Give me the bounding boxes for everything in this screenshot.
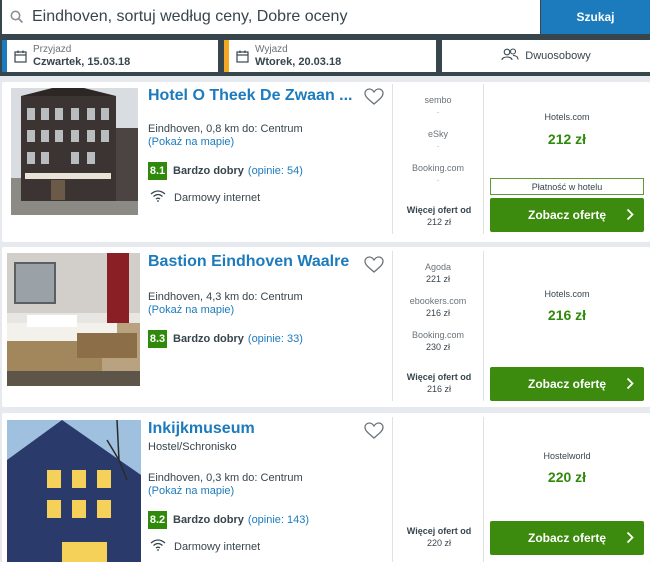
guests-icon [501, 48, 519, 64]
deal-item[interactable]: Booking.com - [393, 162, 483, 186]
hotel-photo[interactable] [7, 420, 141, 562]
heart-icon[interactable] [364, 422, 384, 442]
rating-score: 8.3 [148, 330, 167, 348]
reviews-link[interactable]: (opinie: 33) [248, 333, 303, 345]
reviews-link[interactable]: (opinie: 143) [248, 514, 309, 526]
show-on-map-link[interactable]: (Pokaż na mapie) [148, 485, 234, 497]
checkin-field[interactable]: Przyjazd Czwartek, 15.03.18 [2, 40, 218, 72]
hotel-location: Eindhoven, 0,8 km do: Centrum [148, 123, 303, 135]
more-offers-label: Więcej ofert od [406, 205, 472, 215]
best-provider: Hotels.com [544, 289, 590, 299]
deal-item[interactable]: Agoda 221 zł [393, 261, 483, 285]
more-offers-label: Więcej ofert od [406, 372, 472, 382]
hotel-type: Hostel/Schronisko [148, 441, 237, 453]
wifi-icon [150, 539, 166, 554]
room-selector[interactable]: Dwuosobowy [442, 40, 650, 72]
hotel-card: Inkijkmuseum Hostel/Schronisko Eindhoven… [2, 413, 650, 562]
deal-price: - [436, 141, 440, 151]
rating-word: Bardzo dobry [173, 514, 244, 526]
checkout-value: Wtorek, 20.03.18 [255, 55, 342, 68]
view-deal-button[interactable]: Zobacz ofertę [490, 521, 644, 555]
heart-icon[interactable] [364, 88, 384, 108]
best-provider: Hotels.com [544, 112, 590, 122]
show-on-map-link[interactable]: (Pokaż na mapie) [148, 304, 234, 316]
rating-score: 8.1 [148, 162, 167, 180]
deal-provider: eSky [427, 129, 448, 139]
deal-item[interactable]: eSky - [393, 128, 483, 152]
calendar-icon [7, 50, 33, 63]
deal-provider: Agoda [424, 262, 452, 272]
amenity: Darmowy internet [150, 539, 260, 554]
deal-provider: sembo [424, 95, 452, 105]
rating: 8.1 Bardzo dobry (opinie: 54) [148, 162, 303, 180]
deal-provider: Booking.com [411, 163, 465, 173]
show-on-map-link[interactable]: (Pokaż na mapie) [148, 136, 234, 148]
more-offers-link[interactable]: Więcej ofert od 216 zł [393, 371, 485, 395]
room-label: Dwuosobowy [525, 50, 591, 62]
deal-provider: ebookers.com [409, 296, 467, 306]
deal-item[interactable]: sembo - [393, 94, 483, 118]
search-box[interactable] [2, 0, 540, 34]
more-offers-link[interactable]: Więcej ofert od 212 zł [393, 204, 485, 228]
more-offers-price: 220 zł [426, 538, 452, 548]
chevron-right-icon [626, 377, 634, 393]
best-price[interactable]: 212 zł [488, 131, 646, 147]
reviews-link[interactable]: (opinie: 54) [248, 165, 303, 177]
search-header: Szukaj Przyjazd Czwartek, 15.03.18 Wyjaz… [0, 0, 650, 76]
amenity: Darmowy internet [150, 190, 260, 205]
rating: 8.2 Bardzo dobry (opinie: 143) [148, 511, 309, 529]
rating-score: 8.2 [148, 511, 167, 529]
amenity-label: Darmowy internet [174, 540, 261, 553]
deals-column: Agoda 221 zł ebookers.com 216 zł Booking… [392, 251, 484, 401]
hotel-card: Hotel O Theek De Zwaan ... Eindhoven, 0,… [2, 82, 650, 242]
deal-price: - [436, 107, 440, 117]
more-offers-price: 212 zł [426, 217, 452, 227]
deals-column: Więcej ofert od 220 zł [392, 417, 484, 562]
chevron-right-icon [626, 208, 634, 224]
view-deal-label: Zobacz ofertę [527, 208, 606, 222]
pay-at-hotel-badge: Płatność w hotelu [490, 178, 644, 195]
view-deal-button[interactable]: Zobacz ofertę [490, 367, 644, 401]
deals-column: sembo - eSky - Booking.com - Więcej ofer… [392, 84, 484, 234]
more-offers-link[interactable]: Więcej ofert od 220 zł [393, 525, 485, 549]
amenity-label: Darmowy internet [174, 191, 261, 204]
checkout-label: Wyjazd [255, 43, 288, 55]
chevron-right-icon [626, 531, 634, 547]
hotel-photo[interactable] [7, 253, 140, 386]
hotel-name[interactable]: Bastion Eindhoven Waalre [148, 253, 360, 271]
checkin-value: Czwartek, 15.03.18 [33, 55, 131, 68]
calendar-icon [229, 50, 255, 63]
hotel-name[interactable]: Hotel O Theek De Zwaan ... [148, 87, 360, 105]
hotel-location: Eindhoven, 0,3 km do: Centrum [148, 472, 303, 484]
rating: 8.3 Bardzo dobry (opinie: 33) [148, 330, 303, 348]
more-offers-label: Więcej ofert od [406, 526, 472, 536]
view-deal-label: Zobacz ofertę [527, 531, 606, 545]
deal-provider: Booking.com [411, 330, 465, 340]
deal-price: 221 zł [425, 274, 451, 284]
hotel-location: Eindhoven, 4,3 km do: Centrum [148, 291, 303, 303]
deal-item[interactable]: ebookers.com 216 zł [393, 295, 483, 319]
view-deal-button[interactable]: Zobacz ofertę [490, 198, 644, 232]
hotel-card: Bastion Eindhoven Waalre Eindhoven, 4,3 … [2, 247, 650, 407]
hotel-name[interactable]: Inkijkmuseum [148, 420, 360, 438]
best-price[interactable]: 220 zł [488, 469, 646, 485]
hotel-photo[interactable] [11, 88, 138, 215]
deal-item[interactable]: Booking.com 230 zł [393, 329, 483, 353]
best-price[interactable]: 216 zł [488, 307, 646, 323]
more-offers-price: 216 zł [426, 384, 452, 394]
rating-word: Bardzo dobry [173, 165, 244, 177]
best-provider: Hostelworld [543, 451, 591, 461]
view-deal-label: Zobacz ofertę [527, 377, 606, 391]
rating-word: Bardzo dobry [173, 333, 244, 345]
deal-price: - [436, 175, 440, 185]
search-button[interactable]: Szukaj [541, 0, 650, 34]
heart-icon[interactable] [364, 256, 384, 276]
checkout-field[interactable]: Wyjazd Wtorek, 20.03.18 [224, 40, 436, 72]
search-icon [2, 10, 32, 24]
search-input[interactable] [32, 8, 522, 26]
wifi-icon [150, 190, 166, 205]
deal-price: 230 zł [425, 342, 451, 352]
deal-price: 216 zł [425, 308, 451, 318]
checkin-label: Przyjazd [33, 43, 72, 55]
